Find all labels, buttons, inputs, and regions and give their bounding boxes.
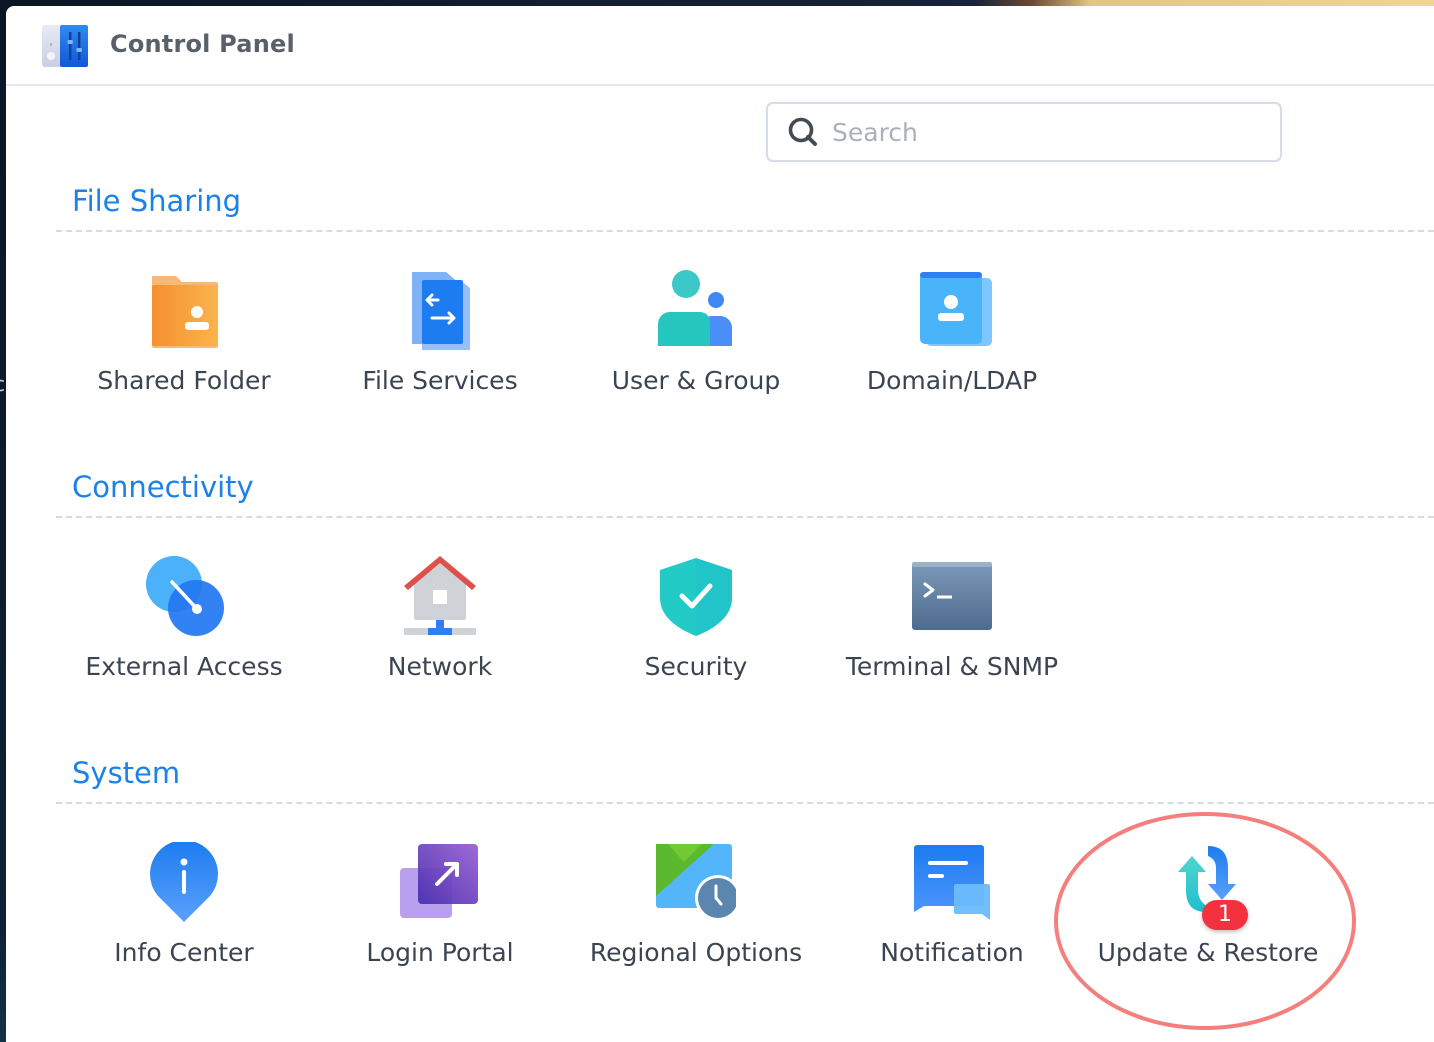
item-label: Terminal & SNMP: [845, 652, 1059, 681]
item-label: Login Portal: [366, 938, 514, 967]
notification-badge: 1: [1202, 900, 1248, 930]
item-regional-options[interactable]: Regional Options: [568, 842, 824, 992]
section-title-file-sharing: File Sharing: [72, 184, 242, 218]
item-label: File Services: [362, 366, 518, 395]
search-input[interactable]: [830, 116, 1254, 148]
item-label: Shared Folder: [97, 366, 271, 395]
file-services-icon: [412, 272, 470, 350]
login-portal-icon: [400, 844, 478, 918]
title-bar[interactable]: Control Panel: [6, 6, 1434, 86]
item-label: Regional Options: [589, 938, 803, 967]
security-shield-icon: [660, 558, 732, 636]
search-icon: [788, 117, 817, 146]
item-user-group[interactable]: User & Group: [568, 270, 824, 420]
item-label: Network: [387, 652, 493, 681]
domain-ldap-icon: [920, 272, 992, 346]
section-divider: [56, 802, 1434, 804]
item-update-restore[interactable]: 1 Update & Restore: [1080, 842, 1336, 992]
background-window-glyph: c: [0, 372, 5, 396]
item-label: Notification: [880, 938, 1024, 967]
section-title-system: System: [72, 756, 181, 790]
item-external-access[interactable]: External Access: [56, 556, 312, 706]
item-label: Security: [644, 652, 748, 681]
section-title-connectivity: Connectivity: [72, 470, 254, 504]
window-title: Control Panel: [110, 30, 295, 58]
user-group-icon: [658, 270, 732, 346]
item-domain-ldap[interactable]: Domain/LDAP: [824, 270, 1080, 420]
control-panel-icon: [42, 25, 88, 67]
network-icon: [404, 556, 476, 635]
item-info-center[interactable]: Info Center: [56, 842, 312, 992]
notification-icon: [914, 845, 990, 920]
terminal-icon: [912, 562, 992, 630]
item-notification[interactable]: Notification: [824, 842, 1080, 992]
item-label: Info Center: [114, 938, 254, 967]
shared-folder-icon: [152, 276, 218, 348]
item-terminal-snmp[interactable]: Terminal & SNMP: [824, 556, 1080, 706]
section-divider: [56, 230, 1434, 232]
regional-options-icon: [656, 844, 736, 921]
info-center-icon: [150, 842, 218, 922]
item-security[interactable]: Security: [568, 556, 824, 706]
control-panel-window: Control Panel File Sharing Shared Folder: [6, 6, 1434, 1042]
item-network[interactable]: Network: [312, 556, 568, 706]
external-access-icon: [146, 556, 224, 636]
item-login-portal[interactable]: Login Portal: [312, 842, 568, 992]
item-label: External Access: [85, 652, 283, 681]
item-label: User & Group: [611, 366, 781, 395]
item-label: Domain/LDAP: [866, 366, 1038, 395]
section-divider: [56, 516, 1434, 518]
item-label: Update & Restore: [1097, 938, 1319, 967]
item-file-services[interactable]: File Services: [312, 270, 568, 420]
search-box[interactable]: [766, 102, 1282, 162]
item-shared-folder[interactable]: Shared Folder: [56, 270, 312, 420]
